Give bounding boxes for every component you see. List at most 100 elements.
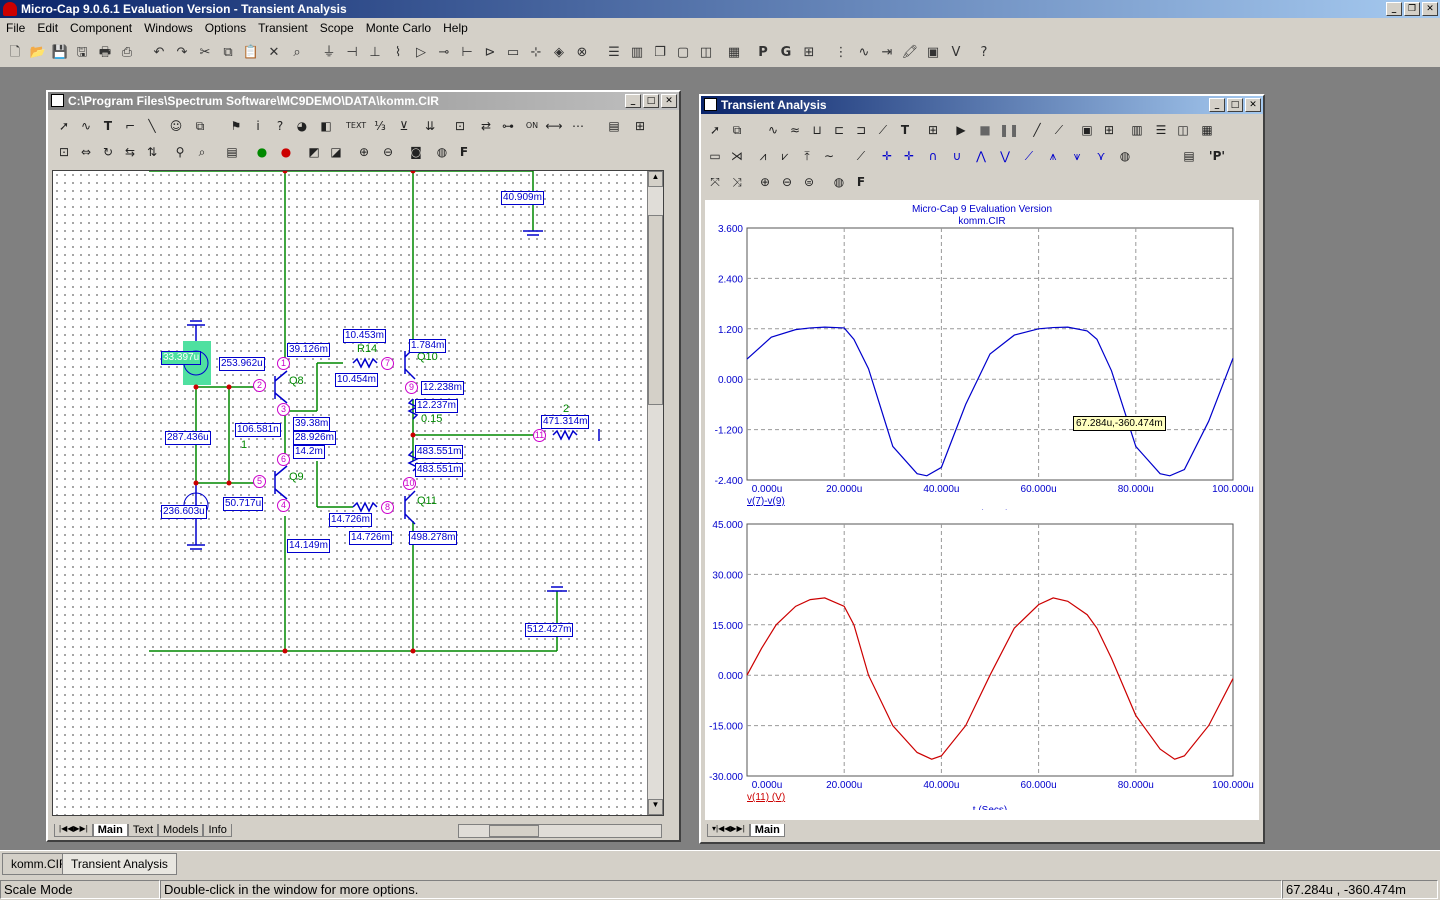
connect-icon[interactable]: ⟷ [544, 116, 564, 136]
stop-run-icon[interactable]: ■ [975, 120, 995, 140]
top-icon[interactable]: ⩚ [1043, 146, 1063, 166]
plot-zoom-out-icon[interactable]: ⊖ [777, 172, 797, 192]
properties-icon[interactable]: ⊞ [630, 116, 650, 136]
battery-icon[interactable]: ▭ [504, 44, 522, 62]
direction-icon[interactable]: ⇄ [476, 116, 496, 136]
switch-icon[interactable]: ⊹ [527, 44, 545, 62]
analysis-tab-main[interactable]: Main [749, 824, 785, 837]
resistor-icon[interactable]: ⌇ [389, 44, 407, 62]
text-tool-icon[interactable]: T [98, 116, 118, 136]
probe-icon[interactable]: 🖍 [901, 44, 919, 62]
find-component-icon[interactable]: ⚲ [170, 142, 190, 162]
frame-icon[interactable]: ▣ [1077, 120, 1097, 140]
p-tag-icon[interactable]: 'P' [1207, 146, 1227, 166]
node-number-icon[interactable]: ⅓ [370, 116, 390, 136]
select-arrow-icon[interactable]: ➚ [54, 116, 74, 136]
chart-bottom[interactable]: 45.000 30.000 15.000 0.000 -15.000 -30.000 0.0… [705, 500, 1259, 810]
plot-select-icon[interactable]: ➚ [705, 120, 725, 140]
on-state-icon[interactable]: ON [522, 116, 542, 136]
tab-info[interactable]: Info [203, 824, 232, 837]
capacitor-icon[interactable]: ⊣ [343, 44, 361, 62]
save-icon[interactable]: 💾 [51, 44, 69, 62]
analysis-titlebar[interactable]: Transient Analysis _ □ ✕ [701, 96, 1263, 114]
layout-3-icon[interactable]: ◫ [1173, 120, 1193, 140]
comment-icon[interactable]: ▤ [222, 142, 242, 162]
cross-icon[interactable]: ⋊ [727, 146, 747, 166]
new-icon[interactable]: 🗋 [6, 44, 24, 62]
palette-plot-icon[interactable]: ◍ [1115, 146, 1135, 166]
point-tag-icon[interactable]: ⊔ [807, 120, 827, 140]
menu-scope[interactable]: Scope [314, 21, 360, 35]
text-label-icon[interactable]: TEXT [346, 116, 366, 136]
plot-shapes-icon[interactable]: ⧉ [727, 120, 747, 140]
delete-icon[interactable]: ✕ [265, 44, 283, 62]
plot-camera-icon[interactable]: ◍ [829, 172, 849, 192]
cursor-right-icon[interactable]: ✛ [899, 146, 919, 166]
save-all-icon[interactable]: 🖫 [73, 44, 91, 62]
page-icon[interactable]: ▤ [604, 116, 624, 136]
wave-icon[interactable]: ∿ [855, 44, 873, 62]
help-cursor-icon[interactable]: ? [270, 116, 290, 136]
shapes-icon[interactable]: ⧉ [190, 116, 210, 136]
next-peak-icon[interactable]: ∩ [923, 146, 943, 166]
component-icon[interactable]: ☺ [166, 116, 186, 136]
plot-panel[interactable]: Micro-Cap 9 Evaluation Version komm.CIR … [705, 200, 1259, 820]
zoom-in-icon[interactable]: ⊕ [354, 142, 374, 162]
pin-icon[interactable]: ⋮ [832, 44, 850, 62]
schematic-canvas[interactable]: 40.909m 512.427m 33.397u 253.962u 39.126… [52, 170, 664, 816]
restore-button[interactable]: ❐ [1404, 2, 1420, 16]
tab-text[interactable]: Text [127, 824, 159, 837]
y-scale-icon[interactable]: ⤨ [727, 172, 747, 192]
performance-tag-icon[interactable]: ⟋ [873, 120, 893, 140]
current-display-icon[interactable]: ⇊ [420, 116, 440, 136]
schematic-vscroll[interactable]: ▲ ▼ [647, 171, 663, 815]
peak-icon[interactable]: ⩘ [753, 146, 773, 166]
flag-icon[interactable]: ⚑ [226, 116, 246, 136]
menu-help[interactable]: Help [437, 21, 474, 35]
wire-icon[interactable]: ⊥ [366, 44, 384, 62]
print-preview-icon[interactable]: ⎙ [118, 44, 136, 62]
cascade-icon[interactable]: ❐ [651, 44, 669, 62]
inductor-icon[interactable]: ⊸ [435, 44, 453, 62]
menu-component[interactable]: Component [64, 21, 138, 35]
plot-text-icon[interactable]: T [895, 120, 915, 140]
hscroll-thumb[interactable] [489, 825, 539, 837]
grid-icon[interactable]: ⊞ [800, 44, 818, 62]
rotate-icon[interactable]: ↻ [98, 142, 118, 162]
scroll-up-arrow-icon[interactable]: ▲ [648, 171, 663, 187]
inflection-icon[interactable]: ⟋ [1019, 146, 1039, 166]
cut-icon[interactable]: ✂ [196, 44, 214, 62]
low-icon[interactable]: ∼ [819, 146, 839, 166]
layout-1-icon[interactable]: ▥ [1127, 120, 1147, 140]
scroll-down-arrow-icon[interactable]: ▼ [648, 799, 663, 815]
schematic-titlebar[interactable]: C:\Program Files\Spectrum Software\MC9DE… [48, 92, 679, 110]
schem-maximize-button[interactable]: □ [643, 94, 659, 108]
menu-transient[interactable]: Transient [252, 21, 314, 35]
meter-icon[interactable]: ⊗ [573, 44, 591, 62]
send-back-icon[interactable]: ◪ [326, 142, 346, 162]
tile-vertical-icon[interactable]: ▥ [628, 44, 646, 62]
doctab-transient[interactable]: Transient Analysis [62, 853, 177, 875]
vertical-tag-icon[interactable]: ⊐ [851, 120, 871, 140]
line-arrow-icon[interactable]: ⟋ [1049, 120, 1069, 140]
plot-properties-icon[interactable]: ⊞ [923, 120, 943, 140]
copy-icon[interactable]: ⧉ [219, 44, 237, 62]
diag-wire-icon[interactable]: ╲ [142, 116, 162, 136]
grid-plot-icon[interactable]: ⊞ [1099, 120, 1119, 140]
plot-zoom-in-icon[interactable]: ⊕ [755, 172, 775, 192]
menu-options[interactable]: Options [199, 21, 252, 35]
menu-file[interactable]: File [0, 21, 31, 35]
chart-top[interactable]: 3.600 2.400 1.200 0.000 -1.200 -2.400 0.000u 20… [705, 200, 1259, 510]
palette-icon[interactable]: ◍ [432, 142, 452, 162]
calculator-icon[interactable]: ▦ [725, 44, 743, 62]
find-icon[interactable]: ⌕ [288, 44, 306, 62]
box-icon[interactable]: ▭ [705, 146, 725, 166]
ground-icon[interactable]: ⏚ [320, 44, 338, 62]
go-icon[interactable]: ● [252, 142, 272, 162]
flip-v-icon[interactable]: ⇅ [142, 142, 162, 162]
source-icon[interactable]: ◈ [550, 44, 568, 62]
schematic-hscroll[interactable] [458, 824, 662, 838]
flip-h-icon[interactable]: ⇔ [76, 142, 96, 162]
bring-front-icon[interactable]: ◩ [304, 142, 324, 162]
display-icon[interactable]: ▣ [924, 44, 942, 62]
